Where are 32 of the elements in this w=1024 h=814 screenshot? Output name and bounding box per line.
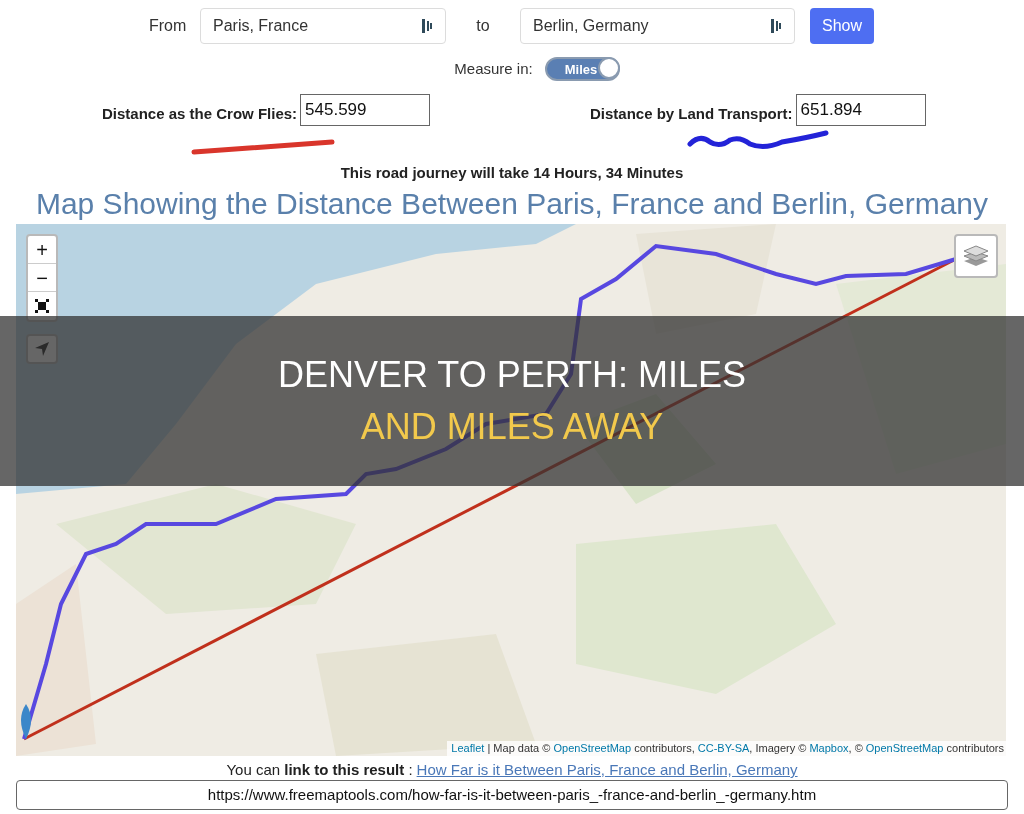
distance-label: Distance as the Crow Flies: xyxy=(102,104,298,124)
result-link[interactable]: How Far is it Between Paris, France and Berlin, Germany xyxy=(416,759,798,782)
url-field[interactable]: https://www.freemaptools.com/how-far-is-it-between-paris_-france-and-berlin_-germany.htm xyxy=(16,780,1008,810)
banner-title-line: AND MILES AWAY xyxy=(360,405,664,449)
distance-field[interactable]: 651.894 xyxy=(795,94,926,126)
attribution-text: , Imagery © xyxy=(749,741,808,756)
layers-button[interactable] xyxy=(954,234,998,278)
attribution-link[interactable]: OpenStreetMap xyxy=(553,741,632,756)
from-field[interactable]: Paris, France xyxy=(200,7,446,44)
attribution-link[interactable]: OpenStreetMap xyxy=(865,741,944,756)
attribution-text: , © xyxy=(848,741,864,756)
to-field[interactable]: Berlin, Germany xyxy=(520,7,795,44)
to-label: to xyxy=(475,15,491,36)
measure-label: Measure in: xyxy=(454,58,533,79)
attribution-text: | Map data © xyxy=(486,741,552,756)
distance-label: Distance by Land Transport: xyxy=(590,104,793,124)
show-button[interactable]: Show xyxy=(810,7,875,44)
zoom-out-button[interactable]: − xyxy=(28,264,56,292)
layers-icon xyxy=(963,245,989,267)
banner-title-line: DENVER TO PERTH: MILES xyxy=(277,353,747,397)
from-label: From xyxy=(149,15,188,36)
journey-text: This road journey will take 14 Hours, 34 Minutes xyxy=(339,163,685,183)
attribution-text: contributors, xyxy=(633,741,696,756)
link-caption: You can link to this result : xyxy=(226,760,413,780)
map-heading: Map Showing the Distance Between Paris, France and Berlin, Germany xyxy=(34,186,990,222)
fullscreen-icon xyxy=(35,299,49,313)
attribution-link[interactable]: Mapbox xyxy=(809,741,849,756)
zoom-in-button[interactable]: + xyxy=(28,236,56,264)
units-toggle[interactable]: Miles xyxy=(544,57,620,81)
distance-field[interactable]: 545.599 xyxy=(300,94,431,126)
attribution-link[interactable]: Leaflet xyxy=(451,741,485,756)
attribution-text: contributors xyxy=(945,741,1004,756)
